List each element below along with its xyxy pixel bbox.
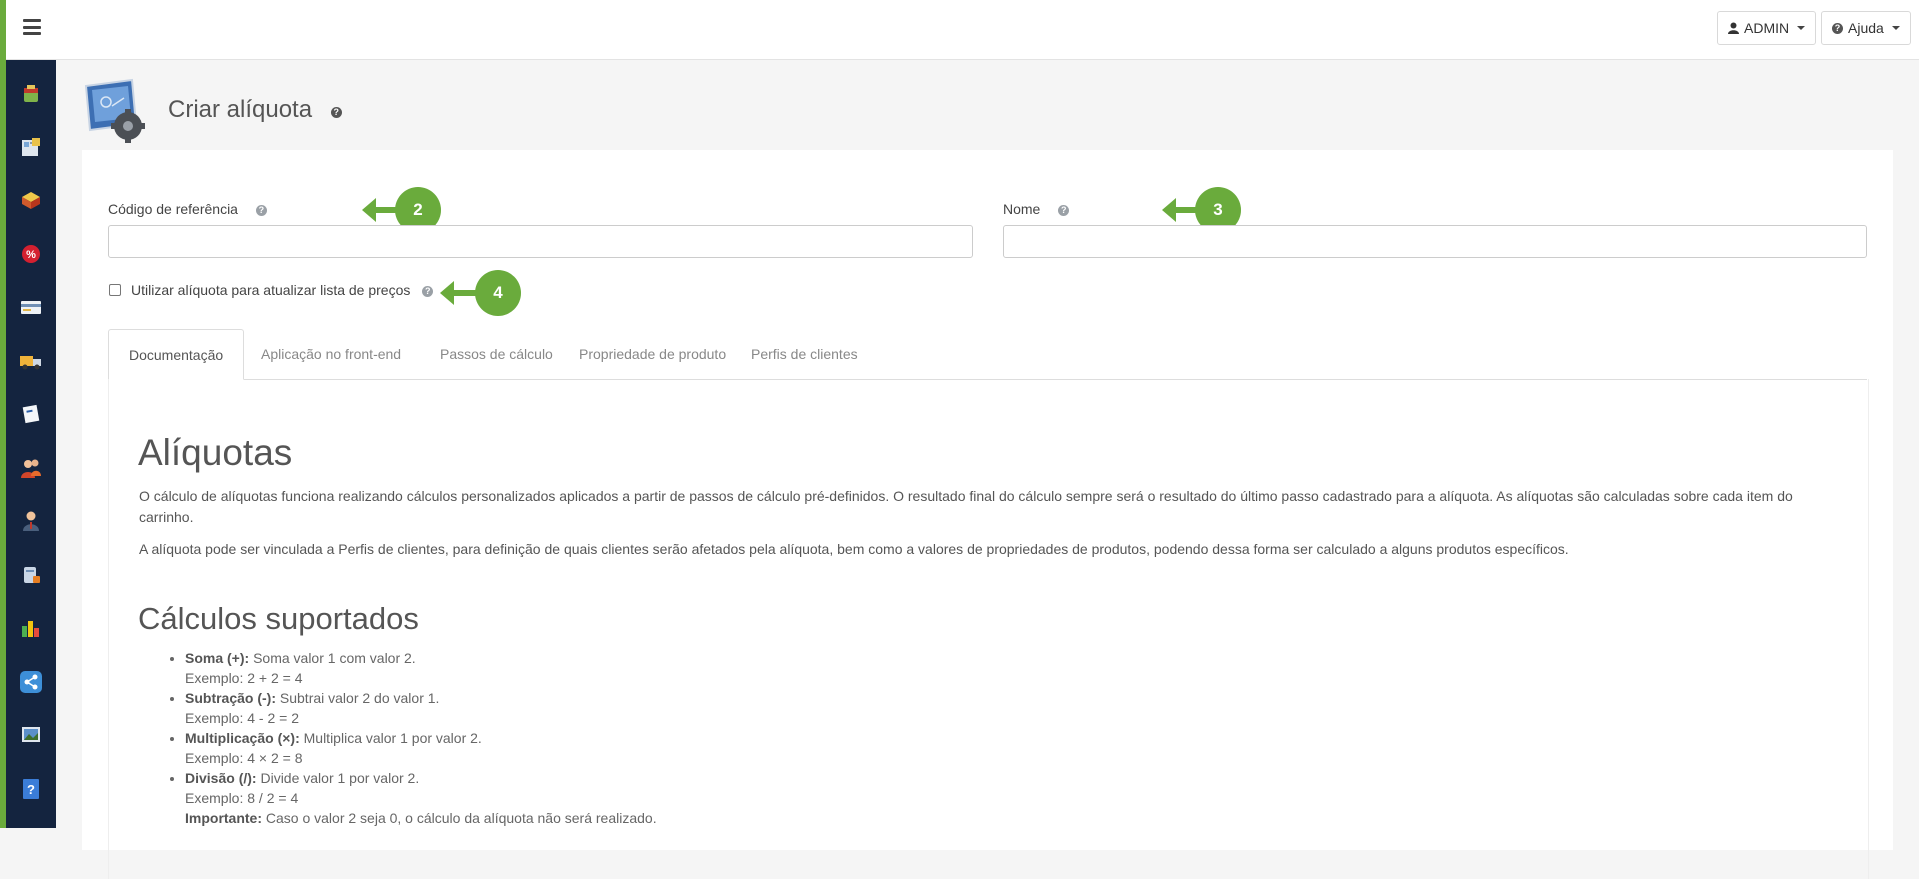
admin-label: ADMIN [1744, 20, 1790, 36]
calc-desc: Divide valor 1 por valor 2. [260, 770, 420, 786]
list-item: Multiplicação (×): Multiplica valor 1 po… [185, 728, 657, 768]
calc-desc: Subtrai valor 2 do valor 1. [279, 690, 440, 706]
svg-text:%: % [26, 249, 36, 261]
codigo-label: Código de referência ? [108, 201, 267, 217]
discount-icon[interactable]: % [19, 242, 43, 266]
customers-icon[interactable] [19, 456, 43, 480]
atualizar-lista-checkbox[interactable] [109, 284, 121, 296]
help-question-icon[interactable]: ? [330, 107, 342, 118]
tab-propriedade-de-produto[interactable]: Propriedade de produto [559, 329, 746, 379]
calc-list: Soma (+): Soma valor 1 com valor 2. Exem… [139, 648, 657, 828]
calc-example: Exemplo: 4 × 2 = 8 [185, 750, 303, 766]
image-gallery-icon[interactable] [19, 723, 43, 747]
list-item: Subtração (-): Subtrai valor 2 do valor … [185, 688, 657, 728]
list-item: Soma (+): Soma valor 1 com valor 2. Exem… [185, 648, 657, 688]
note-icon[interactable] [19, 402, 43, 426]
tab-perfis-de-clientes[interactable]: Perfis de clientes [731, 329, 878, 379]
tax-settings-icon [82, 76, 152, 146]
doc-paragraph-1: O cálculo de alíquotas funciona realizan… [139, 488, 1793, 525]
product-box-icon[interactable] [19, 82, 43, 106]
page-title-text: Criar alíquota [168, 96, 313, 123]
nome-label: Nome ? [1003, 201, 1070, 217]
share-icon[interactable] [19, 670, 43, 694]
help-document-icon[interactable]: ? [19, 777, 43, 801]
calc-name: Soma (+): [185, 650, 250, 666]
list-item: Divisão (/): Divide valor 1 por valor 2.… [185, 768, 657, 828]
calc-name: Subtração (-): [185, 690, 276, 706]
tab-passos-de-calculo[interactable]: Passos de cálculo [420, 329, 573, 379]
calc-note: Caso o valor 2 seja 0, o cálculo da alíq… [265, 810, 657, 826]
callout-badge-4: 4 [475, 270, 521, 316]
chevron-down-icon [1797, 26, 1806, 30]
doc-heading: Alíquotas [138, 432, 293, 473]
calc-name: Divisão (/): [185, 770, 257, 786]
calc-example: Exemplo: 4 - 2 = 2 [185, 710, 300, 726]
chevron-down-icon [1891, 26, 1900, 30]
help-dropdown-button[interactable]: ? Ajuda [1821, 11, 1911, 45]
codigo-label-text: Código de referência [108, 201, 238, 217]
packages-icon[interactable] [19, 188, 43, 212]
help-label: Ajuda [1848, 20, 1884, 36]
catalog-icon[interactable] [19, 135, 43, 159]
doc-heading-calculos: Cálculos suportados [138, 601, 419, 636]
nome-help-icon[interactable]: ? [1058, 204, 1070, 216]
admin-dropdown-button[interactable]: ADMIN [1717, 11, 1817, 45]
hamburger-menu-icon[interactable] [23, 19, 41, 35]
codigo-referencia-input[interactable] [108, 225, 973, 258]
question-icon: ? [1832, 22, 1843, 34]
reports-chart-icon[interactable] [19, 616, 43, 640]
payment-card-icon[interactable] [19, 295, 43, 319]
database-icon[interactable] [19, 563, 43, 587]
callout-arrow-4 [440, 281, 478, 305]
codigo-help-icon[interactable]: ? [255, 204, 267, 216]
user-icon [1728, 22, 1739, 34]
checkbox-label-text: Utilizar alíquota para atualizar lista d… [131, 282, 411, 298]
calc-example: Exemplo: 8 / 2 = 4 [185, 790, 299, 806]
calc-name: Multiplicação (×): [185, 730, 300, 746]
nome-input[interactable] [1003, 225, 1867, 258]
tab-documentacao[interactable]: Documentação [108, 329, 245, 380]
calc-desc: Soma valor 1 com valor 2. [253, 650, 416, 666]
calc-note-label: Importante: [185, 810, 262, 826]
checkbox-label: Utilizar alíquota para atualizar lista d… [131, 282, 434, 298]
page-title: Criar alíquota ? [168, 96, 342, 124]
user-icon[interactable] [19, 509, 43, 533]
calc-example: Exemplo: 2 + 2 = 4 [185, 670, 303, 686]
shipping-truck-icon[interactable] [19, 349, 43, 373]
tab-bar: Documentação Aplicação no front-end Pass… [108, 329, 1867, 380]
sidebar: % ? [6, 60, 56, 828]
tab-aplicacao-front-end[interactable]: Aplicação no front-end [241, 329, 421, 379]
checkbox-help-icon[interactable]: ? [422, 285, 434, 297]
nome-label-text: Nome [1003, 201, 1041, 217]
calc-desc: Multiplica valor 1 por valor 2. [303, 730, 482, 746]
top-navbar: ADMIN ? Ajuda [6, 0, 1919, 60]
doc-paragraph-2: A alíquota pode ser vinculada a Perfis d… [139, 541, 1569, 557]
svg-text:?: ? [27, 782, 35, 797]
